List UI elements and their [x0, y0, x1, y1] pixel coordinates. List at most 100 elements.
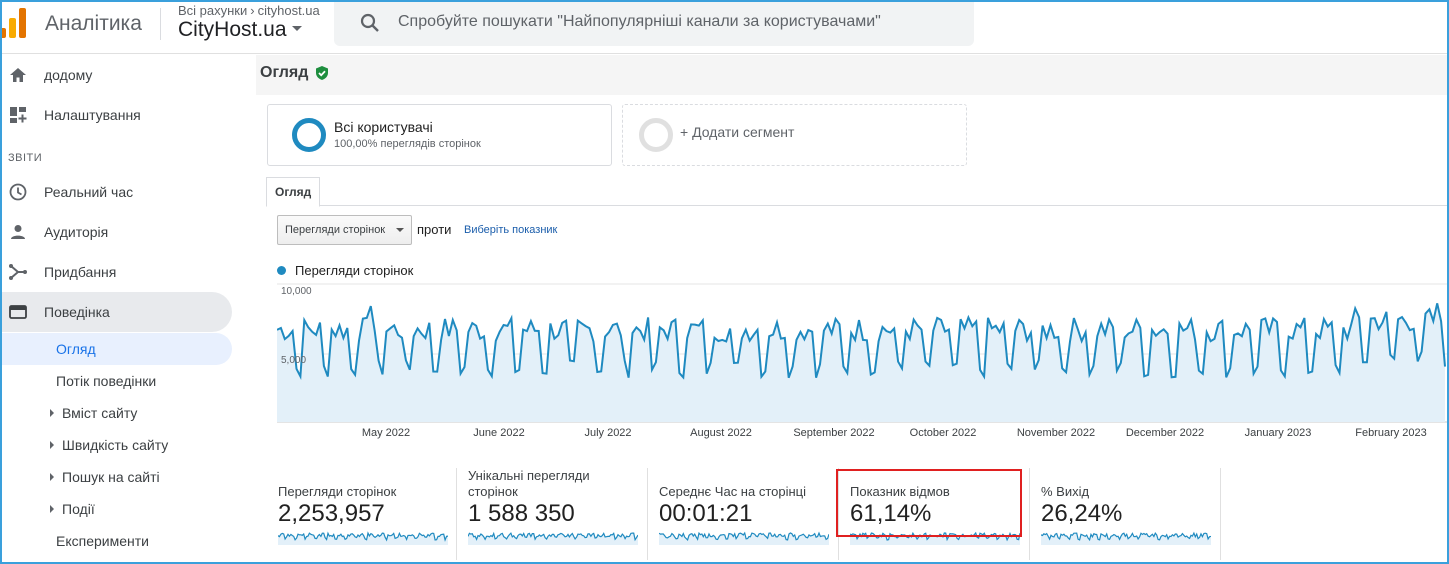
scorecard-avg-time[interactable]: Середнє Час на сторінці 00:01:21 — [647, 468, 833, 564]
sidebar-item-realtime[interactable]: Реальний час — [0, 172, 232, 212]
sidebar-sub-site-search[interactable]: Пошук на сайті — [0, 461, 232, 493]
x-tick-label: May 2022 — [361, 427, 411, 439]
person-icon — [11, 225, 25, 239]
select-metric-link[interactable]: Виберіть показник — [464, 224, 557, 236]
sparkline — [468, 531, 638, 545]
x-tick-label: July 2022 — [584, 427, 632, 439]
page-title-text: Огляд — [260, 64, 309, 81]
sidebar-sub-site-content[interactable]: Вміст сайту — [0, 397, 232, 429]
report-panel: Всі користувачі 100,00% переглядів сторі… — [256, 95, 1449, 564]
chevron-right-icon: › — [250, 3, 255, 18]
y-tick-label: 5,000 — [281, 355, 307, 366]
app-title[interactable]: Аналітика — [45, 12, 142, 36]
sidebar-sub-site-speed[interactable]: Швидкість сайту — [0, 429, 232, 461]
expand-arrow-icon — [50, 409, 54, 417]
sidebar-item-label: Аудиторія — [44, 224, 109, 240]
versus-label: проти — [417, 222, 452, 237]
divider — [647, 468, 648, 560]
sidebar-sub-label: Пошук на сайті — [62, 469, 160, 485]
behavior-icon — [9, 305, 27, 319]
sidebar-sub-behavior-flow[interactable]: Потік поведінки — [0, 365, 232, 397]
expand-arrow-icon — [50, 473, 54, 481]
sidebar-item-label: додому — [44, 67, 93, 83]
sidebar-item-label: Поведінка — [44, 304, 110, 320]
analytics-logo-icon[interactable] — [0, 8, 28, 38]
page-title: Огляд — [260, 64, 330, 82]
segment-ring-icon — [292, 118, 326, 152]
breadcrumb[interactable]: Всі рахунки › cityhost.ua — [178, 3, 320, 18]
legend-label: Перегляди сторінок — [295, 263, 414, 278]
sidebar-item-customization[interactable]: Налаштування — [0, 95, 232, 135]
scorecard-exit-rate[interactable]: % Вихід 26,24% — [1029, 468, 1215, 564]
sidebar-sub-label: Огляд — [56, 341, 96, 357]
sidebar-item-behavior[interactable]: Поведінка — [0, 292, 232, 332]
sidebar-item-label: Придбання — [44, 264, 117, 280]
sidebar-sub-overview[interactable]: Огляд — [0, 333, 232, 365]
account-name: CityHost.ua — [178, 18, 287, 41]
scorecard-pageviews[interactable]: Перегляди сторінок 2,253,957 — [266, 468, 452, 564]
x-tick-label: December 2022 — [1125, 427, 1205, 439]
scorecard-value: 1 588 350 — [468, 500, 575, 527]
divider — [1029, 468, 1030, 560]
x-tick-label: September 2022 — [793, 427, 875, 439]
x-tick-label: August 2022 — [690, 427, 752, 439]
scorecards: Перегляди сторінок 2,253,957 Унікальні п… — [256, 468, 1449, 564]
chevron-down-icon — [396, 228, 404, 232]
divider — [456, 468, 457, 560]
sidebar-item-audience[interactable]: Аудиторія — [0, 212, 232, 252]
search-bar[interactable]: Спробуйте пошукати "Найпопулярніші канал… — [334, 0, 974, 46]
expand-arrow-icon — [50, 441, 54, 449]
sparkline — [1041, 531, 1211, 545]
scorecard-title: % Вихід — [1041, 484, 1090, 499]
metric-dropdown[interactable]: Перегляди сторінок — [277, 215, 412, 245]
sidebar-sub-events[interactable]: Події — [0, 493, 232, 525]
chart-svg — [276, 283, 1449, 423]
metric-dropdown-value: Перегляди сторінок — [285, 224, 386, 236]
search-icon — [360, 13, 379, 32]
caret-down-icon — [291, 25, 302, 31]
add-segment-button[interactable]: + Додати сегмент — [622, 104, 967, 166]
y-tick-label: 10,000 — [281, 286, 312, 297]
sidebar-item-label: Реальний час — [44, 184, 134, 200]
account-selector[interactable]: CityHost.ua — [178, 18, 302, 42]
x-tick-label: February 2023 — [1355, 427, 1427, 439]
segment-subtitle: 100,00% переглядів сторінок — [334, 138, 481, 150]
sidebar-item-home[interactable]: додому — [0, 55, 232, 95]
scorecard-unique-pageviews[interactable]: Унікальні перегляди сторінок 1 588 350 — [456, 468, 642, 564]
verified-check-icon — [316, 66, 329, 80]
scorecard-title: Унікальні перегляди сторінок — [468, 468, 590, 499]
expand-arrow-icon — [50, 505, 54, 513]
sidebar-item-acquisition[interactable]: Придбання — [0, 252, 232, 292]
breadcrumb-site[interactable]: cityhost.ua — [258, 3, 320, 18]
home-icon — [10, 68, 26, 82]
scorecard-value: 00:01:21 — [659, 500, 753, 527]
divider — [1220, 468, 1221, 564]
dashboard-icon — [10, 107, 27, 123]
sidebar-sub-label: Вміст сайту — [62, 405, 138, 421]
segment-title: Всі користувачі — [334, 119, 433, 135]
x-tick-label: January 2023 — [1244, 427, 1312, 439]
scorecard-title: Перегляди сторінок — [278, 484, 397, 499]
sidebar-item-label: Налаштування — [44, 107, 141, 123]
segment-all-users[interactable]: Всі користувачі 100,00% переглядів сторі… — [267, 104, 612, 166]
legend-dot-icon — [277, 266, 286, 275]
acquisition-icon — [9, 264, 27, 280]
divider — [160, 8, 161, 40]
pageviews-chart[interactable]: 10,000 5,000 May 2022 June 2022 July 202… — [276, 280, 1449, 443]
sidebar: додому Налаштування ЗВІТИ Реальний час А… — [0, 55, 256, 564]
main-content: Огляд Всі користувачі 100,00% переглядів… — [256, 55, 1449, 564]
top-bar: Аналітика Всі рахунки › cityhost.ua CityHo… — [0, 0, 1449, 54]
sidebar-sub-label: Експерименти — [56, 533, 149, 549]
chart-legend: Перегляди сторінок — [277, 263, 413, 278]
divider — [1220, 468, 1221, 560]
sparkline — [659, 531, 829, 545]
search-input[interactable]: Спробуйте пошукати "Найпопулярніші канал… — [398, 13, 881, 31]
highlight-box — [836, 469, 1022, 537]
breadcrumb-all-accounts[interactable]: Всі рахунки — [178, 3, 247, 18]
add-segment-label: + Додати сегмент — [680, 124, 795, 140]
sidebar-sub-experiments[interactable]: Експерименти — [0, 525, 232, 557]
sparkline — [278, 531, 448, 545]
x-tick-label: November 2022 — [1016, 427, 1096, 439]
section-label-reports: ЗВІТИ — [8, 152, 43, 164]
tab-overview[interactable]: Огляд — [266, 177, 321, 207]
